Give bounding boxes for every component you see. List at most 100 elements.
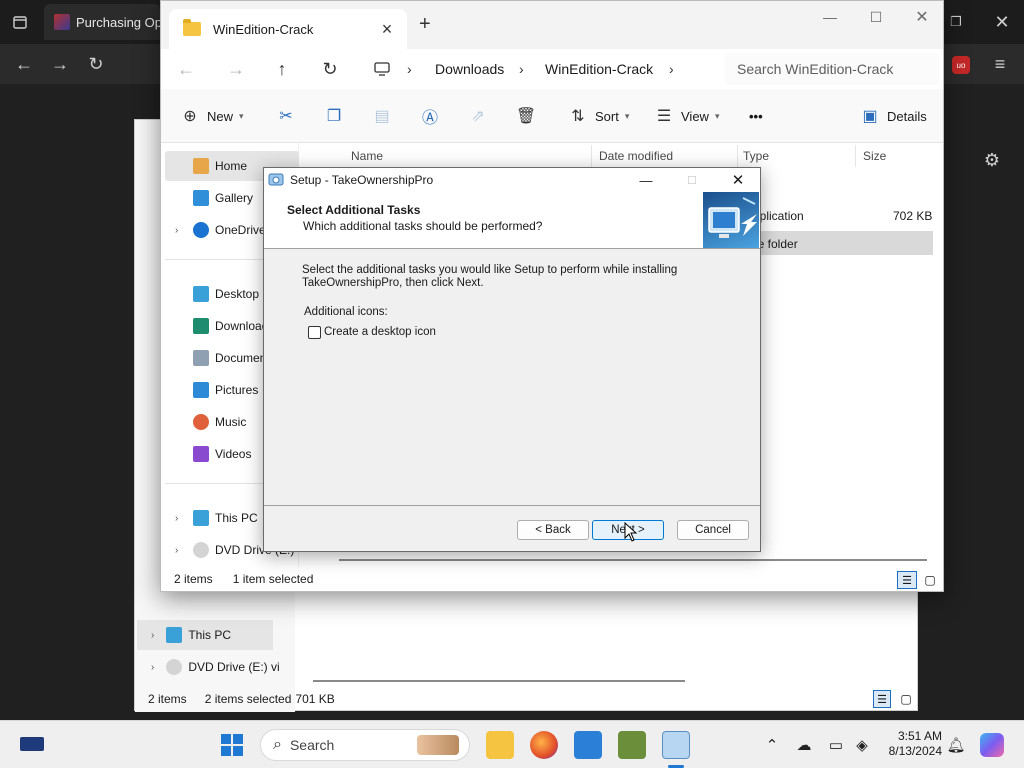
download-arrow-icon [193, 318, 209, 334]
create-desktop-icon-checkbox[interactable] [308, 326, 321, 339]
cancel-button[interactable]: Cancel [677, 520, 749, 540]
maximize-icon[interactable]: ☐ [853, 5, 899, 29]
firefox-taskbar-icon[interactable] [530, 731, 558, 759]
chevron-right-icon[interactable]: › [175, 513, 178, 524]
network-icon[interactable]: ◈ [852, 735, 872, 755]
back-nav-item-dvd[interactable]: › DVD Drive (E:) vi [137, 652, 280, 682]
create-desktop-icon-label[interactable]: Create a desktop icon [324, 326, 436, 338]
mlb-widget-icon[interactable] [20, 737, 44, 751]
settings-gear-icon[interactable]: ⚙ [980, 148, 1004, 172]
display-icon[interactable]: ▭ [826, 735, 846, 755]
minimize-icon[interactable]: — [807, 5, 853, 29]
new-tab-icon[interactable]: + [419, 13, 431, 36]
delete-button[interactable]: 🗑 [515, 104, 537, 128]
forward-arrow-icon[interactable]: → [223, 57, 249, 81]
close-icon[interactable]: ✕ [990, 10, 1014, 34]
view-list-icon: ☰ [656, 108, 672, 125]
rename-button[interactable]: Ⓐ [419, 104, 441, 128]
breadcrumb-downloads[interactable]: Downloads [435, 57, 504, 81]
details-view-icon[interactable]: ☰ [873, 690, 891, 708]
setup-taskbar-icon[interactable] [662, 731, 690, 759]
tab-actions-icon[interactable] [8, 10, 32, 34]
sort-button[interactable]: ⇅ Sort ▾ [567, 104, 629, 128]
breadcrumb-chevron-icon: › [407, 61, 412, 77]
setup-app-icon [268, 173, 284, 186]
restore-icon[interactable]: ❐ [944, 10, 968, 34]
share-button[interactable]: ⇗ [467, 104, 489, 128]
status-selection: 1 item selected [232, 572, 314, 586]
back-nav-label: This PC [188, 628, 232, 642]
column-divider[interactable] [855, 145, 856, 167]
back-hscrollbar[interactable] [313, 680, 685, 682]
notification-bell-icon[interactable]: 🔔︎ [946, 735, 966, 755]
additional-icons-label: Additional icons: [304, 306, 388, 318]
column-divider[interactable] [591, 145, 592, 167]
menu-icon[interactable]: ≡ [988, 52, 1012, 76]
browser-tab-title: Purchasing Opt [76, 14, 160, 30]
back-nav-item-this-pc[interactable]: › This PC [137, 620, 273, 650]
explorer-tab-title: WinEdition-Crack [213, 21, 314, 37]
column-divider[interactable] [737, 145, 738, 167]
ublock-extension-icon[interactable]: uo [952, 56, 970, 74]
back-button[interactable]: < Back [517, 520, 589, 540]
forward-arrow-icon[interactable]: → [48, 52, 72, 76]
column-header-type[interactable]: Type [743, 149, 769, 163]
details-view-icon[interactable]: ☰ [897, 571, 917, 589]
breadcrumb-winedition-crack[interactable]: WinEdition-Crack [545, 57, 653, 81]
close-tab-icon[interactable]: × [377, 19, 397, 40]
search-icon: ⌕ [273, 736, 282, 753]
minimize-icon[interactable]: — [634, 168, 658, 192]
close-icon[interactable]: ✕ [899, 5, 945, 29]
taskbar-clock[interactable]: 3:51 AM 8/13/2024 [884, 729, 942, 759]
chevron-right-icon[interactable]: › [175, 225, 178, 236]
horizontal-scrollbar[interactable] [339, 559, 927, 561]
cloud-offline-icon[interactable]: ☁ [794, 735, 814, 755]
view-button[interactable]: ☰ View ▾ [653, 104, 720, 128]
taskbar-search-box[interactable]: ⌕ Search [260, 729, 470, 761]
search-input[interactable]: Search WinEdition-Crack [725, 53, 939, 85]
copy-button[interactable]: ❐ [323, 104, 345, 128]
nav-label: Desktop [215, 287, 260, 301]
file-explorer-taskbar-icon[interactable] [486, 731, 514, 759]
refresh-icon[interactable]: ↻ [317, 57, 343, 81]
dialog-subheading: Which additional tasks should be perform… [303, 219, 543, 233]
dialog-heading: Select Additional Tasks [287, 203, 421, 217]
windows-start-icon[interactable] [220, 733, 244, 757]
folder-icon [183, 19, 201, 36]
chevron-up-icon[interactable]: ⌃ [762, 735, 782, 755]
cut-button[interactable]: ✂ [275, 104, 297, 128]
explorer-tab[interactable]: WinEdition-Crack × [169, 9, 407, 49]
column-header-name[interactable]: Name [351, 149, 383, 163]
tiles-view-icon[interactable]: ▢ [897, 690, 915, 708]
browser-tab[interactable]: Purchasing Opt [44, 4, 160, 40]
breadcrumb-chevron-icon: › [519, 61, 524, 77]
document-icon [193, 350, 209, 366]
close-icon[interactable]: ✕ [726, 168, 750, 192]
nav-label: Pictures [215, 383, 259, 397]
new-button[interactable]: ⊕ New ▾ [179, 104, 244, 128]
up-arrow-icon[interactable]: ↑ [269, 57, 295, 81]
details-button[interactable]: ▣ Details [859, 104, 926, 128]
this-pc-icon[interactable] [369, 57, 395, 81]
scissors-icon: ✂ [279, 108, 293, 125]
nav-label: Home [215, 159, 248, 173]
dvd-icon [193, 542, 209, 558]
chevron-right-icon: › [151, 661, 155, 673]
column-header-size[interactable]: Size [863, 149, 886, 163]
paste-button[interactable]: ▤ [371, 104, 393, 128]
store-taskbar-icon[interactable] [574, 731, 602, 759]
more-options-button[interactable]: ••• [749, 104, 763, 128]
column-header-date-modified[interactable]: Date modified [599, 149, 673, 163]
share-icon: ⇗ [471, 108, 485, 125]
minecraft-taskbar-icon[interactable] [618, 731, 646, 759]
back-arrow-icon[interactable]: ← [173, 57, 199, 81]
refresh-icon[interactable]: ↻ [84, 52, 108, 76]
status-item-count: 2 items [174, 572, 213, 586]
breadcrumb-chevron-icon[interactable]: › [669, 57, 674, 81]
chevron-down-icon: ▾ [239, 110, 244, 121]
chevron-right-icon[interactable]: › [175, 545, 178, 556]
dialog-description: Select the additional tasks you would li… [302, 264, 678, 289]
tiles-view-icon[interactable]: ▢ [921, 571, 939, 589]
copilot-icon[interactable] [980, 733, 1004, 757]
back-arrow-icon[interactable]: ← [12, 52, 36, 76]
